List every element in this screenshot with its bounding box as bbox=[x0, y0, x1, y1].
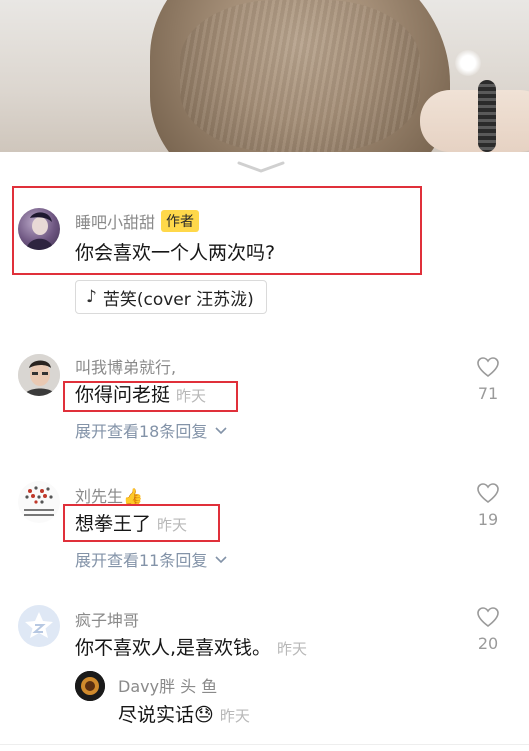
heart-outline-icon bbox=[477, 357, 499, 378]
avatar-image bbox=[75, 671, 105, 701]
avatar[interactable] bbox=[18, 605, 60, 647]
like-button[interactable]: 20 bbox=[468, 606, 508, 653]
author-comment: 睡吧小甜甜 作者 你会喜欢一个人两次吗? ♪ 苦笑(cover 汪苏泷) bbox=[0, 152, 529, 322]
comment-text-line: 想拳王了 昨天 bbox=[75, 509, 187, 536]
avatar[interactable] bbox=[18, 354, 60, 396]
comment-text[interactable]: 你得问老挺 bbox=[75, 384, 170, 406]
video-subject-hair-texture bbox=[180, 0, 420, 152]
avatar[interactable] bbox=[18, 481, 60, 523]
like-count: 20 bbox=[477, 634, 499, 653]
avatar[interactable] bbox=[75, 671, 105, 701]
ceiling-light bbox=[455, 50, 481, 76]
comment-time: 昨天 bbox=[157, 516, 188, 534]
like-count: 19 bbox=[477, 510, 499, 529]
reply-time: 昨天 bbox=[219, 707, 250, 725]
like-count: 71 bbox=[477, 384, 499, 403]
comment-item: 刘先生👍 想拳王了 昨天 展开查看11条回复 19 bbox=[0, 477, 529, 587]
comment-item: 叫我博弟就行, 你得问老挺 昨天 展开查看18条回复 71 bbox=[0, 348, 529, 458]
comment-username[interactable]: 叫我博弟就行, bbox=[75, 354, 176, 378]
video-subject-arm bbox=[420, 90, 529, 152]
avatar-image bbox=[26, 212, 54, 250]
like-button[interactable]: 71 bbox=[468, 356, 508, 403]
comment-username[interactable]: 疯子坤哥 bbox=[75, 607, 139, 631]
heart-outline-icon bbox=[477, 607, 499, 628]
author-badge: 作者 bbox=[161, 210, 200, 232]
music-title: 苦笑(cover 汪苏泷) bbox=[102, 289, 254, 310]
expand-replies-label: 展开查看11条回复 bbox=[75, 551, 208, 570]
heart-outline-icon bbox=[477, 483, 499, 504]
chevron-down-icon bbox=[215, 427, 228, 435]
reply-text-line: 尽说实话😓 昨天 bbox=[118, 700, 250, 727]
comment-item: 疯子坤哥 你不喜欢人,是喜欢钱。 昨天 20 Davy胖 头 鱼 尽说实话😓 昨天 bbox=[0, 601, 529, 741]
expand-replies-label: 展开查看18条回复 bbox=[75, 422, 208, 441]
comment-text[interactable]: 想拳王了 bbox=[75, 513, 151, 535]
author-username[interactable]: 睡吧小甜甜 bbox=[75, 213, 155, 232]
star-avatar-icon bbox=[18, 605, 60, 647]
divider bbox=[0, 744, 529, 745]
chevron-down-icon bbox=[215, 556, 228, 564]
avatar[interactable] bbox=[18, 208, 60, 250]
reply-text[interactable]: 尽说实话😓 bbox=[118, 704, 214, 726]
author-comment-text[interactable]: 你会喜欢一个人两次吗? bbox=[75, 238, 275, 265]
music-tag-button[interactable]: ♪ 苦笑(cover 汪苏泷) bbox=[75, 280, 267, 314]
comment-text-line: 你不喜欢人,是喜欢钱。 昨天 bbox=[75, 633, 307, 660]
like-button[interactable]: 19 bbox=[468, 482, 508, 529]
comment-sheet: 睡吧小甜甜 作者 你会喜欢一个人两次吗? ♪ 苦笑(cover 汪苏泷) 叫我博弟… bbox=[0, 152, 529, 751]
author-username-line: 睡吧小甜甜 作者 bbox=[75, 209, 200, 233]
comment-text-line: 你得问老挺 昨天 bbox=[75, 380, 206, 407]
avatar-image bbox=[18, 481, 60, 523]
comment-time: 昨天 bbox=[176, 387, 207, 405]
reply-username[interactable]: Davy胖 头 鱼 bbox=[118, 673, 217, 697]
comment-time: 昨天 bbox=[277, 640, 308, 658]
comment-username[interactable]: 刘先生👍 bbox=[75, 483, 143, 507]
music-note-icon: ♪ bbox=[86, 287, 97, 307]
video-preview[interactable] bbox=[0, 0, 529, 152]
expand-replies-link[interactable]: 展开查看11条回复 bbox=[75, 547, 228, 571]
comment-text[interactable]: 你不喜欢人,是喜欢钱。 bbox=[75, 637, 271, 659]
expand-replies-link[interactable]: 展开查看18条回复 bbox=[75, 418, 228, 442]
avatar-image bbox=[18, 354, 60, 396]
video-subject-bracelet bbox=[478, 80, 496, 152]
